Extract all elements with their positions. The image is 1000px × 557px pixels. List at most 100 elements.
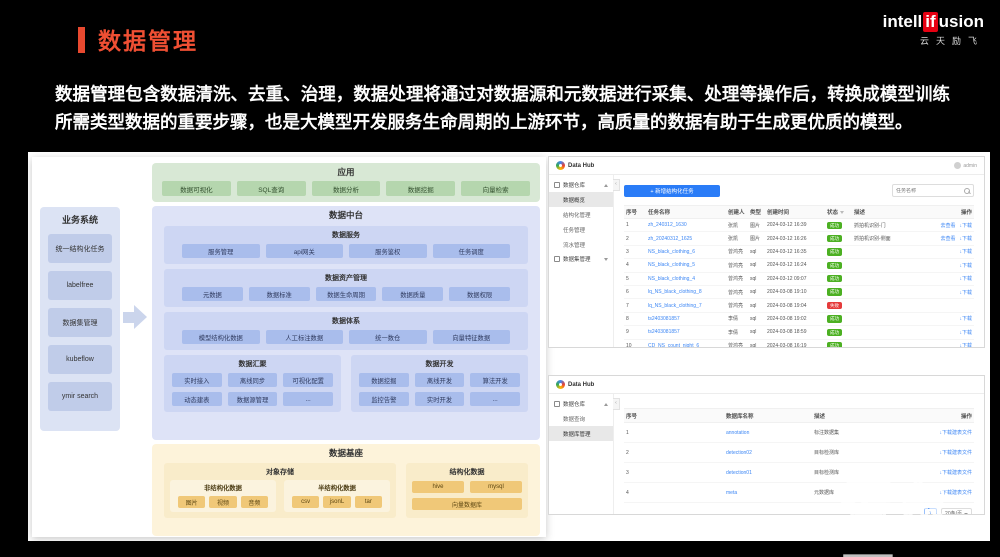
table-row: 5 NS_black_clothing_4 曾鸿亮 sql 2024-03-12 09:… [624, 273, 974, 286]
application-item: 数据可视化 [162, 181, 231, 196]
cell-desc: 目标检测库 [814, 470, 840, 476]
cell-type: 图片 [750, 222, 761, 229]
page-number-button[interactable]: 1 [924, 508, 938, 514]
filter-icon[interactable] [840, 211, 845, 215]
platform-section: 数据资产管理 元数据 数据标准 数据生命周期 数据质量 数据权限 [164, 269, 528, 307]
column-header: 操作 [960, 413, 972, 420]
platform-item: 数据源管理 [227, 392, 278, 406]
column-header: 任务名称 [648, 210, 671, 216]
status-badge: 成功 [827, 221, 842, 229]
sidebar-collapse-handle[interactable]: ‹ [613, 179, 620, 191]
action-link[interactable]: ↓下载 [959, 275, 972, 282]
platform-item: 算法开发 [470, 373, 520, 387]
download-schema-link[interactable]: ↓下载建表文件 [898, 489, 974, 496]
sidebar: 数据仓库 数据查询 数据库管理 [549, 394, 614, 514]
storage-group-title: 半结构化数据 [318, 485, 356, 492]
cell-ops: 去查看 ↓下载 [924, 222, 974, 229]
cell-type: sql [750, 248, 757, 255]
task-name-link[interactable]: NS_black_clothing_5 [646, 262, 726, 268]
sidebar-item[interactable]: 结构化管理 [549, 207, 613, 222]
action-link[interactable]: ↓下载 [959, 315, 972, 322]
action-link[interactable]: 去查看 [940, 222, 955, 229]
task-name-link[interactable]: lq_NS_black_clothing_8 [646, 289, 726, 295]
avatar[interactable] [954, 162, 962, 169]
task-name-link[interactable]: CD_NS_count_night_6 [646, 343, 726, 347]
storage-item: 图片 [178, 496, 206, 508]
username: admin [963, 162, 977, 169]
cell-status: 失败 [825, 301, 852, 310]
action-link[interactable]: ↓下载 [959, 248, 972, 255]
structured-data-title: 结构化数据 [449, 469, 485, 476]
action-link[interactable]: ↓下载 [959, 342, 972, 347]
storage-item: 音频 [240, 496, 268, 508]
sidebar-item[interactable]: 数据概览 [549, 192, 613, 207]
sidebar-item[interactable]: 流水管理 [549, 237, 613, 252]
cell-desc: 抓拍机识别-侧面 [854, 236, 891, 243]
task-name-link[interactable]: ts2403081857 [646, 316, 726, 322]
datahub-logo-icon [556, 161, 565, 170]
download-schema-link[interactable]: ↓下载建表文件 [898, 469, 974, 476]
cell-no: 6 [626, 289, 629, 296]
database-name-link[interactable]: annotation [724, 430, 812, 436]
database-name-link[interactable]: detection01 [724, 470, 812, 476]
structured-row2-item: 向量数据库 [412, 498, 522, 510]
sidebar-group[interactable]: 数据仓库 [549, 178, 613, 192]
table-row: 1 zh_240312_1630 张凯 图片 2024-03-12 16:39 成功 抓拍机… [624, 219, 974, 233]
storage-group: 非结构化数据 图片 视频 音频 [170, 480, 276, 512]
table-row: 6 lq_NS_black_clothing_8 曾鸿亮 sql 2024-03-08 … [624, 286, 974, 300]
sidebar-item[interactable]: 数据库管理 [549, 426, 613, 441]
folder-icon [554, 182, 560, 188]
intro-paragraph: 数据管理包含数据清洗、去重、治理，数据处理将通过对数据源和元数据进行采集、处理等… [55, 84, 950, 132]
action-link[interactable]: ↓下载 [959, 262, 972, 269]
storage-group-items: csv jsonL tar [288, 494, 386, 508]
task-name-link[interactable]: lq_NS_black_clothing_7 [646, 303, 726, 309]
cell-ops: ↓下载 [924, 342, 974, 347]
business-system-item: 统一结构化任务 [48, 234, 112, 263]
application-items: 数据可视化 SQL查询 数据分析 数据挖掘 向量检索 [152, 178, 540, 196]
sidebar-group[interactable]: 数据集管理 [549, 252, 613, 266]
cell-no: 8 [626, 315, 629, 322]
action-link[interactable]: ↓下载 [959, 222, 972, 229]
sidebar-group[interactable]: 数据仓库 [549, 397, 613, 411]
search-icon[interactable] [964, 187, 970, 194]
logo-subtitle: 云天励飞 [919, 36, 984, 46]
cell-status: 成功 [825, 248, 852, 256]
download-schema-link[interactable]: ↓下载建表文件 [898, 429, 974, 436]
cell-time: 2024-03-08 19:02 [767, 315, 807, 322]
task-name-link[interactable]: NS_black_clothing_6 [646, 249, 726, 255]
task-name-link[interactable]: zh_20240312_1625 [646, 236, 726, 242]
platform-section-items: 实时接入 离线同步 可视化配置 动态建表 数据源管理... [172, 370, 333, 406]
sidebar-item[interactable]: 数据查询 [549, 411, 613, 426]
sidebar-collapse-handle[interactable]: ‹ [613, 398, 620, 410]
logo-wordmark: intell if usion [882, 12, 984, 32]
task-name-link[interactable]: ts2403081857 [646, 329, 726, 335]
column-header: 状态 [825, 208, 852, 216]
action-link[interactable]: ↓下载 [959, 329, 972, 336]
new-structured-task-button[interactable]: + 新增结构化任务 [624, 185, 720, 197]
cell-type: sql [750, 275, 757, 282]
search-input[interactable] [893, 187, 964, 194]
task-name-link[interactable]: NS_black_clothing_4 [646, 276, 726, 282]
platform-item: 向量特征数据 [432, 330, 510, 344]
action-link[interactable]: 去查看 [940, 235, 955, 242]
cell-no: 2 [626, 235, 629, 242]
database-name-link[interactable]: detection02 [724, 450, 812, 456]
data-platform-title: 数据中台 [328, 210, 363, 220]
sidebar-item[interactable]: 任务管理 [549, 222, 613, 237]
action-link[interactable]: ↓下载 [959, 235, 972, 242]
datahub-tasks-screenshot: Data Hub admin 数据仓库 数据概览 结构化管理 任务管理 流水管理 数据集管… [548, 156, 985, 348]
page-size-select[interactable]: 20条/页 [941, 508, 972, 514]
cell-status: 成功 [825, 328, 852, 337]
table-row: 4 NS_black_clothing_5 曾鸿亮 sql 2024-03-12 16:… [624, 259, 974, 273]
cell-type: sql [750, 302, 757, 309]
platform-item: 服务管理 [182, 244, 260, 258]
structured-item: mysql [470, 481, 522, 493]
pagination: 1 20条/页 [624, 508, 974, 514]
download-schema-link[interactable]: ↓下载建表文件 [898, 449, 974, 456]
data-platform-band: 数据中台 数据服务 服务管理 api网关 服务鉴权 任务调度 数据资产管理 元数据 数据标准数… [152, 206, 540, 440]
cell-desc: 元数据库 [814, 490, 835, 496]
action-link[interactable]: ↓下载 [959, 289, 972, 296]
task-name-link[interactable]: zh_240312_1630 [646, 222, 726, 228]
table-row: 2 detection02 目标检测库 ↓下载建表文件 [624, 443, 974, 463]
database-name-link[interactable]: meta [724, 490, 812, 496]
